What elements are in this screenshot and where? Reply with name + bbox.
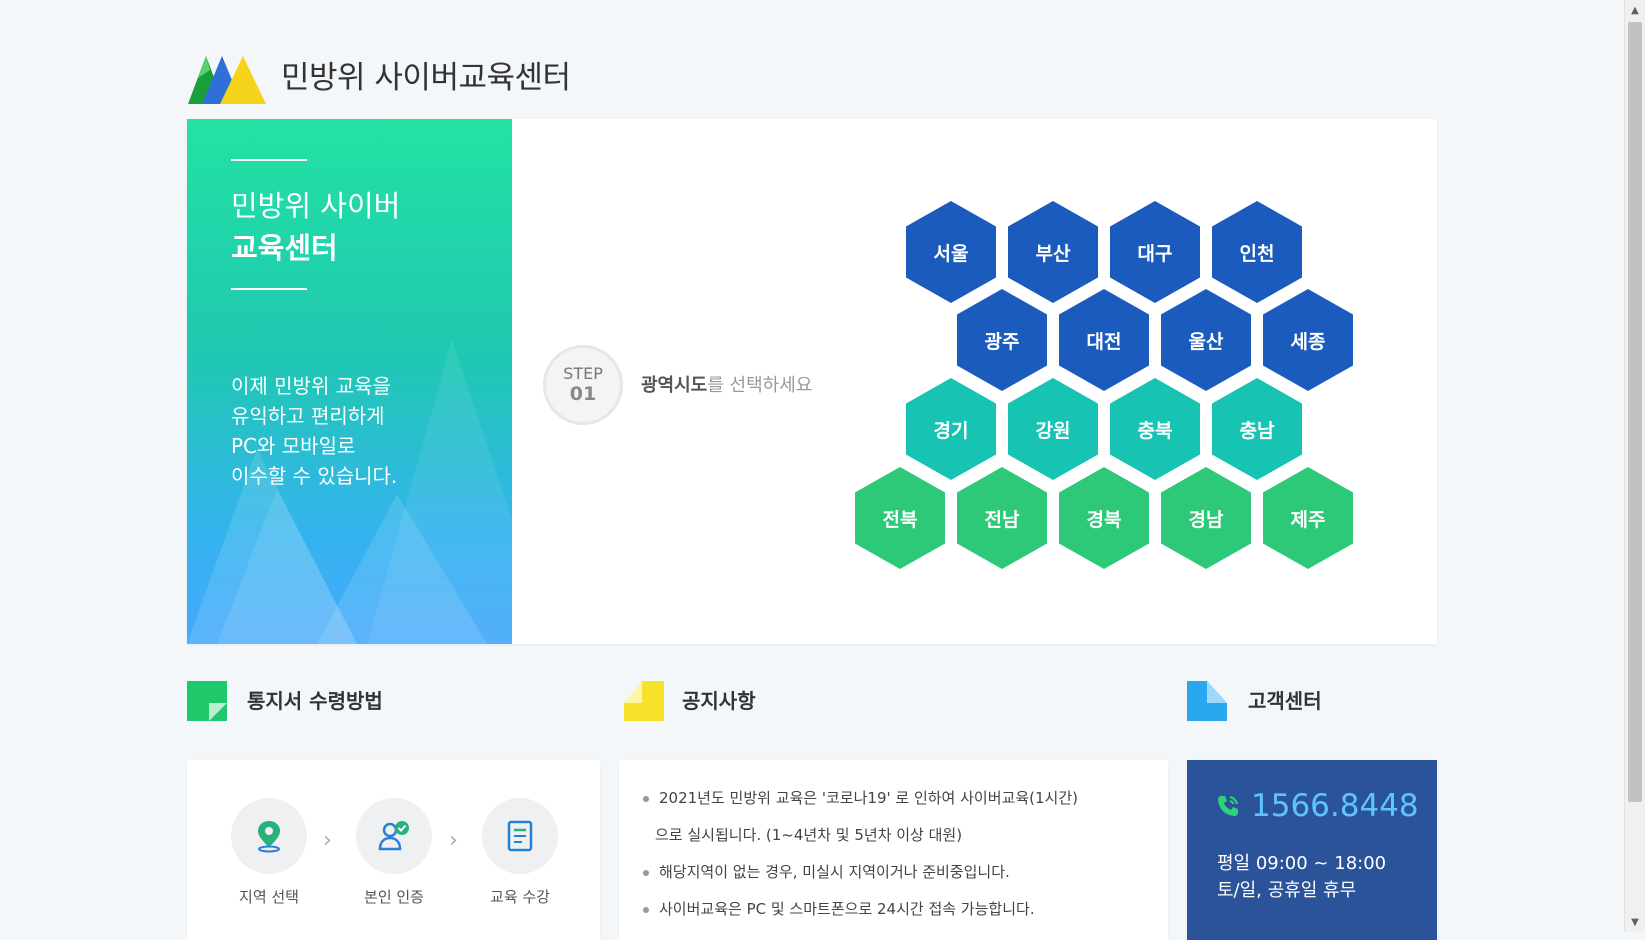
- region-jeonnam[interactable]: 전남: [957, 467, 1047, 569]
- section-title-notice-receipt: 통지서 수령방법: [247, 689, 383, 713]
- process-step-verify: 본인 인증: [356, 798, 432, 907]
- hero-description: 이제 민방위 교육을 유익하고 편리하게 PC와 모바일로 이수할 수 있습니다…: [231, 374, 398, 488]
- region-jeju[interactable]: 제주: [1263, 467, 1353, 569]
- phone-number[interactable]: 1566.8448: [1251, 788, 1419, 824]
- user-check-icon: [378, 821, 409, 851]
- region-incheon[interactable]: 인천: [1212, 201, 1302, 303]
- region-seoul[interactable]: 서울: [906, 201, 996, 303]
- announcement-item-continued[interactable]: 으로 실시됩니다. (1~4년차 및 5년차 이상 대원): [641, 817, 1078, 854]
- process-circle: [356, 798, 432, 874]
- chevron-right-icon: ›: [323, 828, 332, 853]
- site-title[interactable]: 민방위 사이버교육센터: [281, 52, 571, 97]
- process-label: 본인 인증: [364, 888, 424, 906]
- phone-row: 1566.8448: [1215, 788, 1419, 824]
- phone-icon: [1218, 796, 1238, 816]
- hero-panel: 민방위 사이버 교육센터 이제 민방위 교육을 유익하고 편리하게 PC와 모바…: [187, 119, 1437, 644]
- region-gyeongnam[interactable]: 경남: [1161, 467, 1251, 569]
- hero-banner: 민방위 사이버 교육센터 이제 민방위 교육을 유익하고 편리하게 PC와 모바…: [187, 119, 512, 644]
- announcement-item[interactable]: 2021년도 민방위 교육은 '코로나19' 로 인하여 사이버교육(1시간): [641, 780, 1078, 817]
- business-hours: 평일 09:00 ~ 18:00 토/일, 공휴일 휴무: [1217, 853, 1387, 901]
- step-word: STEP: [563, 364, 603, 383]
- announcement-item[interactable]: 사이버교육은 PC 및 스마트폰으로 24시간 접속 가능합니다.: [641, 891, 1078, 928]
- region-gyeonggi[interactable]: 경기: [906, 378, 996, 480]
- hero-title-line1: 민방위 사이버: [231, 189, 401, 223]
- vertical-scrollbar[interactable]: ▲ ▼: [1624, 0, 1645, 932]
- scroll-up-icon[interactable]: ▲: [1625, 0, 1645, 20]
- region-gangwon[interactable]: 강원: [1008, 378, 1098, 480]
- region-busan[interactable]: 부산: [1008, 201, 1098, 303]
- region-chungbuk[interactable]: 충북: [1110, 378, 1200, 480]
- region-daejeon[interactable]: 대전: [1059, 289, 1149, 391]
- region-gwangju[interactable]: 광주: [957, 289, 1047, 391]
- step-instruction: 광역시도를 선택하세요: [641, 371, 812, 397]
- map-pin-icon: [258, 821, 280, 853]
- process-label: 지역 선택: [239, 888, 299, 906]
- section-title-announcements[interactable]: 공지사항: [682, 685, 756, 714]
- customer-center-card: 1566.8448 평일 09:00 ~ 18:00 토/일, 공휴일 휴무: [1187, 760, 1437, 940]
- announcements-icon: [624, 681, 664, 721]
- region-ulsan[interactable]: 울산: [1161, 289, 1251, 391]
- site-logo-icon[interactable]: [188, 52, 266, 104]
- notice-receipt-card: 지역 선택 › 본인 인증 › 교육 수강: [187, 760, 600, 940]
- hero-title-line2: 교육센터: [231, 231, 338, 265]
- step-number: 01: [569, 383, 597, 405]
- scrollbar-thumb[interactable]: [1628, 22, 1642, 802]
- notice-receipt-icon: [187, 681, 227, 721]
- region-chungnam[interactable]: 충남: [1212, 378, 1302, 480]
- hero-divider-top: [231, 159, 307, 161]
- section-title-customer-center: 고객센터: [1248, 689, 1322, 713]
- process-circle: [231, 798, 307, 874]
- region-sejong[interactable]: 세종: [1263, 289, 1353, 391]
- announcements-list: 2021년도 민방위 교육은 '코로나19' 로 인하여 사이버교육(1시간) …: [641, 780, 1078, 928]
- region-gyeongbuk[interactable]: 경북: [1059, 467, 1149, 569]
- customer-center-icon: [1187, 681, 1227, 721]
- region-daegu[interactable]: 대구: [1110, 201, 1200, 303]
- step-badge: STEP 01: [543, 345, 623, 425]
- process-step-course: 교육 수강: [482, 798, 558, 907]
- chevron-right-icon: ›: [449, 828, 458, 853]
- region-jeonbuk[interactable]: 전북: [855, 467, 945, 569]
- process-step-region: 지역 선택: [231, 798, 307, 907]
- announcement-item[interactable]: 해당지역이 없는 경우, 미실시 지역이거나 준비중입니다.: [641, 854, 1078, 891]
- process-circle: [482, 798, 558, 874]
- scroll-down-icon[interactable]: ▼: [1625, 912, 1645, 932]
- announcements-card: 2021년도 민방위 교육은 '코로나19' 로 인하여 사이버교육(1시간) …: [619, 760, 1168, 940]
- step-instruction-bold: 광역시도: [641, 375, 708, 396]
- step-instruction-rest: 를 선택하세요: [707, 375, 813, 396]
- document-icon: [507, 820, 533, 852]
- hero-divider-bottom: [231, 288, 307, 290]
- process-label: 교육 수강: [490, 888, 550, 906]
